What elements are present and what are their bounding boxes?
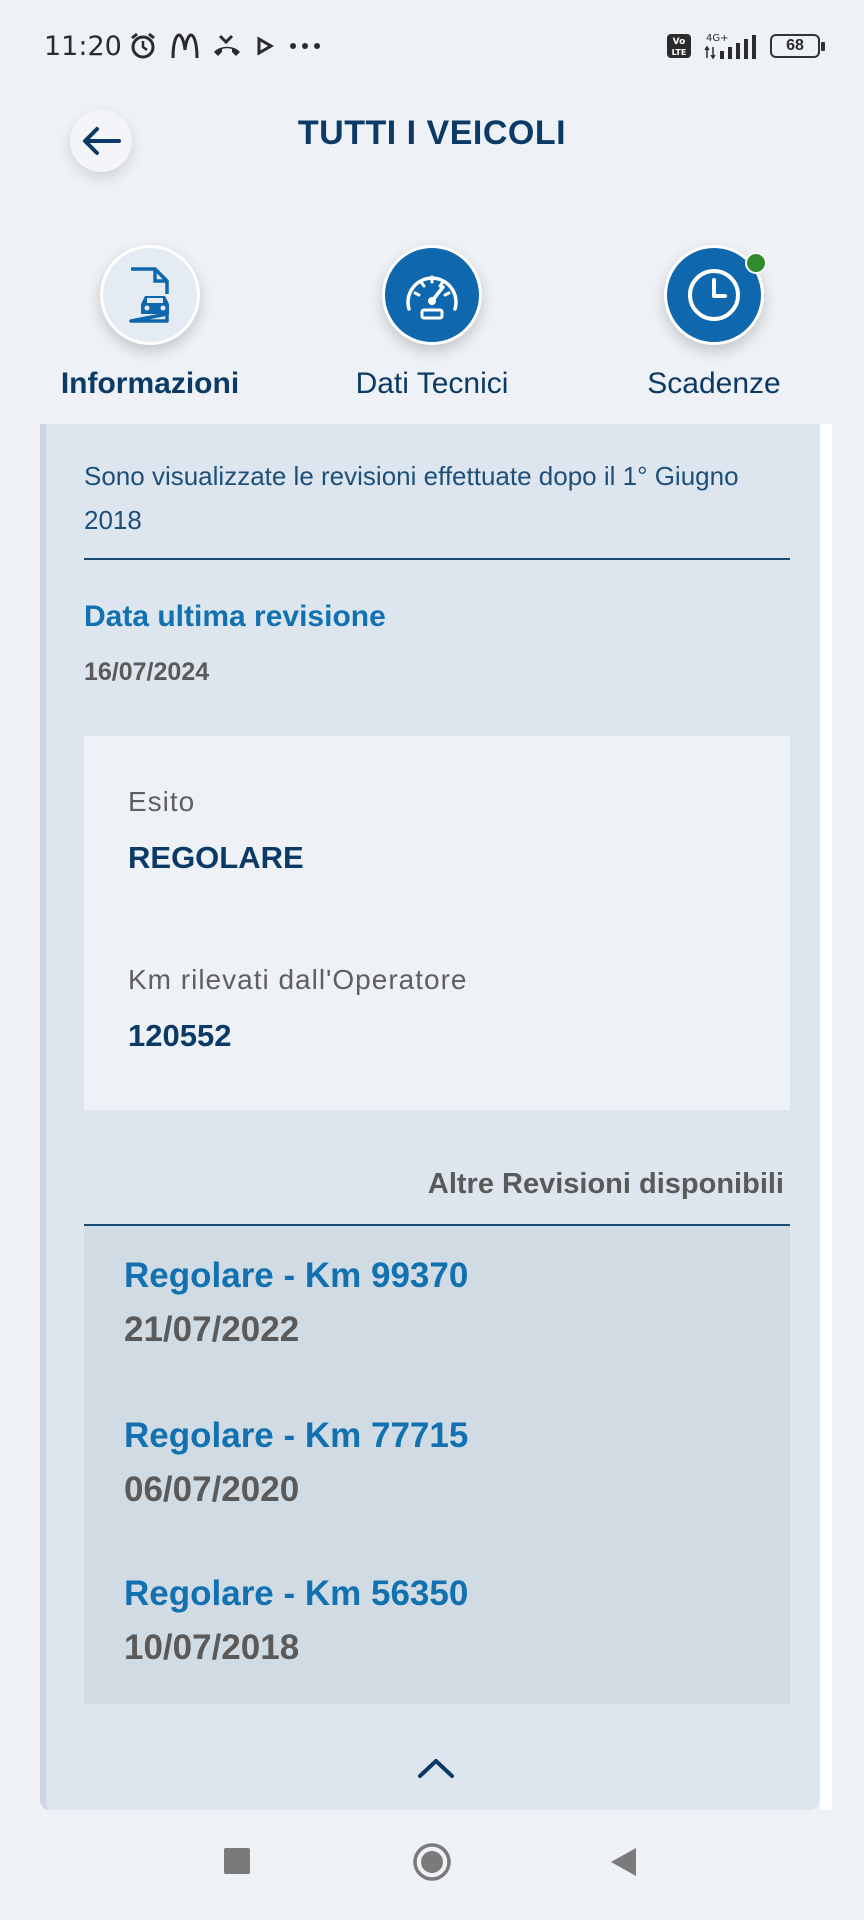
clock-icon [688,269,740,321]
collapse-button[interactable] [416,1756,456,1785]
signal-icon: 4G+ [704,33,756,60]
tab-informazioni[interactable]: Informazioni [30,245,270,401]
home-button[interactable] [412,1842,452,1887]
esito-box: Esito REGOLARE Km rilevati dall'Operator… [84,736,790,1110]
km-value: 120552 [128,1018,232,1053]
revision-date: 06/07/2020 [124,1470,300,1509]
system-nav-bar [0,1810,864,1920]
list-item[interactable]: Regolare - Km 56350 10/07/2018 [124,1574,468,1668]
square-icon [224,1848,250,1874]
tab-dati-tecnici-button[interactable] [382,245,482,345]
battery-indicator: 68 [770,34,825,58]
last-revision-date: 16/07/2024 [84,658,210,686]
revision-title: Regolare - Km 56350 [124,1574,469,1613]
home-circle-icon [413,1843,451,1881]
svg-text:Vo: Vo [673,37,686,47]
other-revisions-list: Regolare - Km 99370 21/07/2022 Regolare … [84,1226,790,1704]
revision-info-text: Sono visualizzate le revisioni effettuat… [84,461,739,535]
divider [84,558,790,560]
tab-informazioni-button[interactable] [100,245,200,345]
other-revisions-title: Altre Revisioni disponibili [427,1168,784,1200]
tab-scadenze-label: Scadenze [647,367,781,400]
tab-scadenze-button[interactable] [664,245,767,345]
esito-value: REGOLARE [128,840,304,875]
speedometer-icon [406,275,458,320]
tab-dati-tecnici[interactable]: Dati Tecnici [312,245,552,401]
notification-dot [745,252,767,274]
triangle-back-icon [611,1848,636,1876]
card-edge [820,424,832,1810]
revision-date: 21/07/2022 [124,1310,300,1349]
list-item[interactable]: Regolare - Km 77715 06/07/2020 [124,1416,468,1510]
missed-call-icon [213,34,240,56]
status-system-icons: Vo LTE 4G+ 68 [666,31,825,61]
app-header: TUTTI I VEICOLI [0,92,864,182]
revision-card: Sono visualizzate le revisioni effettuat… [40,424,820,1810]
recents-button[interactable] [222,1846,252,1881]
status-notification-icons [128,31,322,61]
revision-title: Regolare - Km 99370 [124,1256,469,1295]
car-document-icon [129,267,169,323]
back-nav-button[interactable] [608,1846,638,1883]
svg-text:LTE: LTE [672,48,687,57]
status-time: 11:20 [44,30,122,62]
mcdonalds-icon [171,33,199,59]
tab-bar: Informazioni Dati Tecnici Scadenze [0,245,864,420]
tab-dati-tecnici-label: Dati Tecnici [355,367,509,400]
alarm-icon [130,32,155,59]
tab-informazioni-label: Informazioni [60,367,240,400]
svg-text:4G+: 4G+ [706,33,729,44]
esito-label: Esito [128,786,196,817]
revision-date: 10/07/2018 [124,1628,300,1667]
list-item[interactable]: Regolare - Km 99370 21/07/2022 [124,1256,468,1350]
last-revision-label: Data ultima revisione [84,600,386,633]
play-icon [257,36,274,56]
tab-scadenze[interactable]: Scadenze [594,245,834,401]
volte-icon: Vo LTE [667,34,691,58]
status-bar: 11:20 Vo LTE 4G+ 68 [0,0,864,92]
chevron-up-icon [418,1759,454,1778]
revision-title: Regolare - Km 77715 [124,1416,469,1455]
km-label: Km rilevati dall'Operatore [128,964,468,995]
more-icon [289,43,320,49]
page-title: TUTTI I VEICOLI [297,114,567,152]
